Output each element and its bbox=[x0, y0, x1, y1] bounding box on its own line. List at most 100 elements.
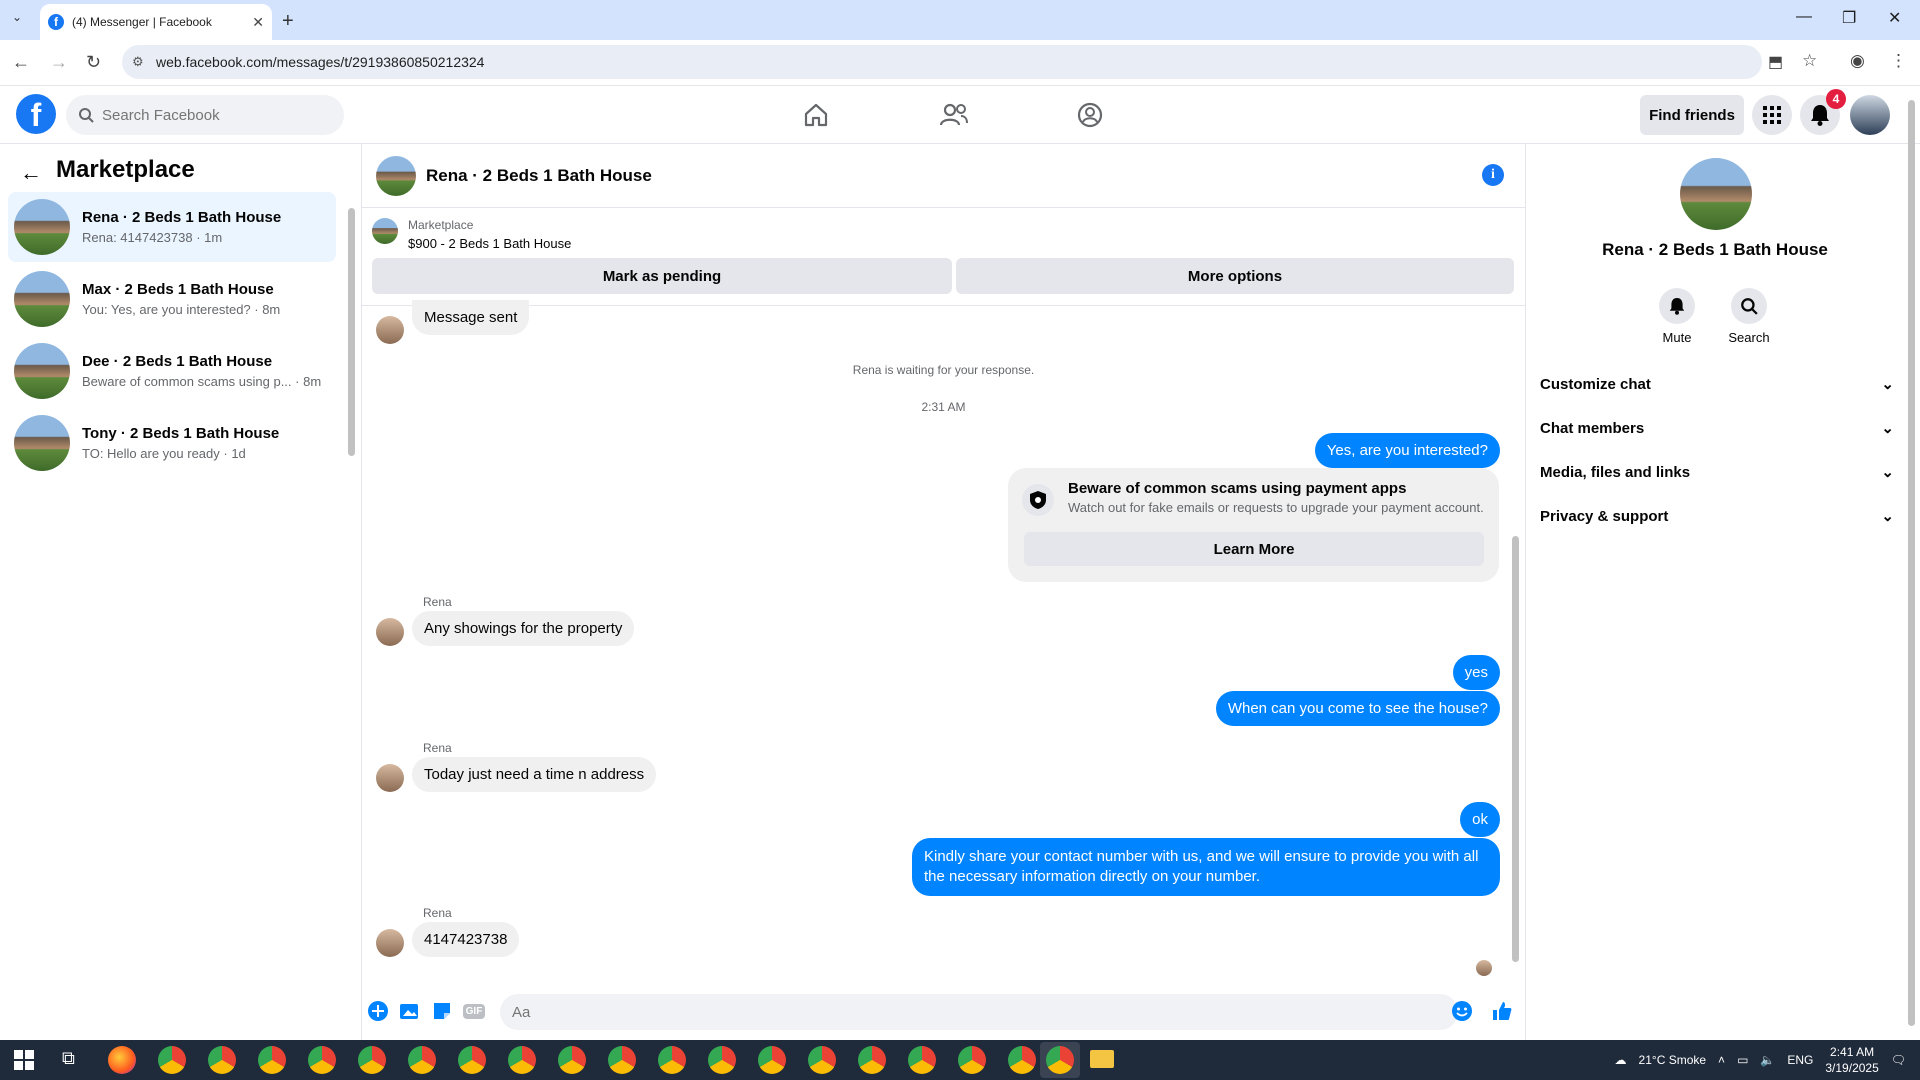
thumbs-up-icon[interactable] bbox=[1490, 999, 1514, 1023]
chrome-taskbar-icon[interactable] bbox=[958, 1046, 986, 1074]
chrome-taskbar-icon[interactable] bbox=[1046, 1046, 1074, 1074]
profile-icon[interactable]: ◉ bbox=[1850, 51, 1865, 71]
chat-title[interactable]: Rena · 2 Beds 1 Bath House bbox=[426, 166, 652, 186]
chrome-taskbar-icon[interactable] bbox=[508, 1046, 536, 1074]
chrome-taskbar-icon[interactable] bbox=[358, 1046, 386, 1074]
more-options-button[interactable]: More options bbox=[956, 258, 1514, 294]
volume-icon[interactable]: 🔈 bbox=[1760, 1053, 1775, 1067]
outgoing-message[interactable]: Kindly share your contact number with us… bbox=[912, 838, 1500, 896]
minimize-icon[interactable]: — bbox=[1796, 8, 1812, 26]
home-nav-icon[interactable] bbox=[796, 98, 836, 132]
gif-icon[interactable]: GIF bbox=[462, 999, 486, 1023]
chrome-taskbar-icon[interactable] bbox=[158, 1046, 186, 1074]
page-scrollbar[interactable] bbox=[1908, 100, 1915, 1026]
windows-start-icon[interactable] bbox=[14, 1050, 34, 1073]
chrome-taskbar-icon[interactable] bbox=[1008, 1046, 1036, 1074]
chrome-taskbar-icon[interactable] bbox=[458, 1046, 486, 1074]
message-bubble[interactable]: Today just need a time n address bbox=[412, 757, 657, 792]
photo-icon[interactable] bbox=[398, 999, 422, 1023]
close-window-icon[interactable]: ✕ bbox=[1888, 8, 1901, 28]
search-chat-button[interactable]: Search bbox=[1709, 288, 1789, 345]
chat-members-section[interactable]: Chat members ⌄ bbox=[1540, 410, 1894, 446]
chrome-taskbar-icon[interactable] bbox=[808, 1046, 836, 1074]
info-icon[interactable]: i bbox=[1482, 164, 1504, 186]
message-bubble[interactable]: Message sent bbox=[412, 300, 530, 335]
media-files-section[interactable]: Media, files and links ⌄ bbox=[1540, 454, 1894, 490]
add-plus-icon[interactable] bbox=[366, 999, 390, 1023]
chrome-taskbar-icon[interactable] bbox=[258, 1046, 286, 1074]
account-avatar[interactable] bbox=[1850, 95, 1890, 135]
close-tab-icon[interactable]: ✕ bbox=[252, 14, 264, 31]
chrome-taskbar-icon[interactable] bbox=[708, 1046, 736, 1074]
notification-center-icon[interactable]: 🗨 bbox=[1891, 1053, 1906, 1067]
firefox-taskbar-icon[interactable] bbox=[108, 1046, 136, 1074]
restore-icon[interactable]: ❐ bbox=[1842, 8, 1856, 28]
back-arrow-icon[interactable]: ← bbox=[20, 160, 42, 186]
chrome-taskbar-icon[interactable] bbox=[408, 1046, 436, 1074]
learn-more-button[interactable]: Learn More bbox=[1024, 532, 1484, 566]
menu-kebab-icon[interactable]: ⋮ bbox=[1890, 51, 1907, 71]
outgoing-message[interactable]: When can you come to see the house? bbox=[1215, 691, 1500, 726]
tab-search-icon[interactable]: ⌄ bbox=[12, 10, 22, 24]
chrome-taskbar-icon[interactable] bbox=[758, 1046, 786, 1074]
customize-chat-section[interactable]: Customize chat ⌄ bbox=[1540, 366, 1894, 402]
url-text[interactable]: web.facebook.com/messages/t/291938608502… bbox=[156, 54, 484, 70]
chrome-taskbar-icon[interactable] bbox=[558, 1046, 586, 1074]
find-friends-button[interactable]: Find friends bbox=[1640, 95, 1744, 135]
listing-title[interactable]: $900 - 2 Beds 1 Bath House bbox=[408, 236, 571, 251]
emoji-icon[interactable] bbox=[1450, 999, 1474, 1023]
conversation-item[interactable]: Dee · 2 Beds 1 Bath House Beware of commo… bbox=[8, 336, 336, 406]
task-view-icon[interactable]: ⧉ bbox=[62, 1048, 75, 1069]
install-app-icon[interactable]: ⬒ bbox=[1768, 52, 1783, 72]
outgoing-message[interactable]: ok bbox=[1460, 802, 1500, 837]
conversation-preview: TO: Hello are you ready · 1d bbox=[82, 446, 246, 461]
search-label: Search bbox=[1728, 330, 1770, 345]
network-icon[interactable]: ▭ bbox=[1737, 1053, 1748, 1067]
outgoing-message[interactable]: Yes, are you interested? bbox=[1314, 433, 1500, 468]
conversation-item[interactable]: Max · 2 Beds 1 Bath House You: Yes, are y… bbox=[8, 264, 336, 334]
sticker-icon[interactable] bbox=[430, 999, 454, 1023]
conversation-item[interactable]: Tony · 2 Beds 1 Bath House TO: Hello are … bbox=[8, 408, 336, 478]
tray-chevron-icon[interactable]: ˄ bbox=[1718, 1053, 1725, 1067]
listing-thumbnail[interactable] bbox=[372, 218, 398, 244]
list-scrollbar[interactable] bbox=[348, 208, 355, 456]
search-input[interactable] bbox=[102, 106, 322, 124]
search-icon bbox=[79, 108, 94, 123]
privacy-support-section[interactable]: Privacy & support ⌄ bbox=[1540, 498, 1894, 534]
chat-scrollbar[interactable] bbox=[1512, 536, 1519, 962]
menu-grid-icon[interactable] bbox=[1752, 95, 1792, 135]
browser-tab[interactable]: f (4) Messenger | Facebook ✕ bbox=[40, 4, 272, 40]
chrome-taskbar-icon[interactable] bbox=[858, 1046, 886, 1074]
file-explorer-taskbar-icon[interactable] bbox=[1090, 1050, 1114, 1068]
friends-nav-icon[interactable] bbox=[934, 98, 974, 132]
chat-avatar[interactable] bbox=[376, 155, 416, 196]
outgoing-message[interactable]: yes bbox=[1452, 655, 1500, 690]
chrome-taskbar-icon[interactable] bbox=[608, 1046, 636, 1074]
weather-text[interactable]: 21°C Smoke bbox=[1639, 1053, 1707, 1067]
clock[interactable]: 2:41 AM 3/19/2025 bbox=[1825, 1044, 1878, 1076]
message-input[interactable] bbox=[500, 994, 1458, 1030]
search-box[interactable] bbox=[66, 95, 344, 135]
chrome-taskbar-icon[interactable] bbox=[908, 1046, 936, 1074]
mark-pending-button[interactable]: Mark as pending bbox=[372, 258, 952, 294]
message-bubble[interactable]: Any showings for the property bbox=[412, 611, 635, 646]
new-tab-icon[interactable]: + bbox=[282, 10, 294, 33]
facebook-logo[interactable]: f bbox=[16, 94, 56, 134]
details-avatar[interactable] bbox=[1680, 158, 1752, 230]
back-icon[interactable]: ← bbox=[12, 52, 30, 73]
language-indicator[interactable]: ENG bbox=[1787, 1053, 1813, 1067]
mute-button[interactable]: Mute bbox=[1637, 288, 1717, 345]
message-bubble[interactable]: 4147423738 bbox=[412, 922, 520, 957]
weather-icon[interactable]: ☁ bbox=[1615, 1053, 1627, 1067]
chrome-taskbar-icon[interactable] bbox=[658, 1046, 686, 1074]
chevron-down-icon: ⌄ bbox=[1881, 464, 1894, 481]
bookmark-star-icon[interactable]: ☆ bbox=[1802, 51, 1817, 71]
site-info-icon[interactable]: ⚙ bbox=[132, 54, 144, 70]
conversation-item[interactable]: Rena · 2 Beds 1 Bath House Rena: 41474237… bbox=[8, 192, 336, 262]
groups-nav-icon[interactable] bbox=[1070, 98, 1110, 132]
tab-title: (4) Messenger | Facebook bbox=[72, 15, 212, 29]
chrome-taskbar-icon[interactable] bbox=[208, 1046, 236, 1074]
reload-icon[interactable]: ↻ bbox=[86, 52, 101, 73]
chrome-taskbar-icon[interactable] bbox=[308, 1046, 336, 1074]
forward-icon[interactable]: → bbox=[50, 52, 68, 73]
